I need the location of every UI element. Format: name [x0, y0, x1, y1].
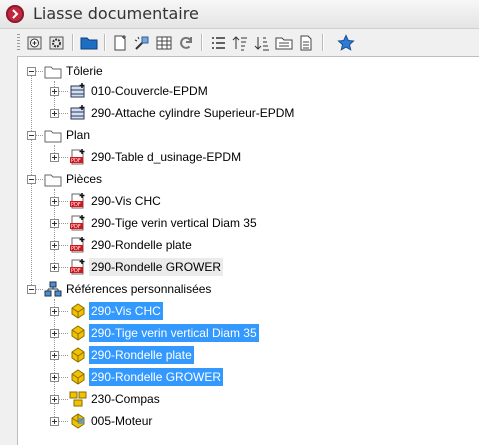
settings-document-button[interactable]	[47, 33, 67, 53]
expand-toggle[interactable]	[50, 351, 59, 360]
part-icon	[69, 324, 87, 342]
table-icon	[156, 36, 172, 50]
magic-tool-button[interactable]	[132, 33, 152, 53]
sheet-metal-icon	[69, 82, 87, 100]
collapse-toggle[interactable]	[27, 131, 36, 140]
expand-toggle[interactable]	[50, 87, 59, 96]
collapse-toggle[interactable]	[27, 67, 36, 76]
part-icon	[69, 302, 87, 320]
sort-asc-button[interactable]	[230, 33, 250, 53]
new-file-icon	[114, 35, 126, 51]
folder-button[interactable]	[79, 33, 99, 53]
collapse-toggle[interactable]	[27, 175, 36, 184]
document-button[interactable]	[296, 33, 316, 53]
tree-group-label[interactable]: Références personnalisées	[64, 280, 213, 298]
collapse-toggle[interactable]	[27, 285, 36, 294]
pdf-icon: PDF	[69, 258, 87, 276]
expand-toggle[interactable]	[50, 417, 59, 426]
tree-item-label[interactable]: 290-Vis CHC	[89, 192, 163, 210]
svg-text:PDF: PDF	[71, 268, 81, 274]
star-icon	[337, 34, 355, 51]
new-file-button[interactable]	[110, 33, 130, 53]
toolbar-grip[interactable]	[17, 34, 20, 51]
folder-icon	[44, 126, 62, 144]
cube-part-icon	[69, 412, 87, 430]
svg-text:PDF: PDF	[71, 224, 81, 230]
add-document-icon	[27, 36, 42, 50]
part-icon	[69, 346, 87, 364]
list-button[interactable]	[208, 33, 228, 53]
title-bar: Liasse documentaire	[0, 0, 479, 29]
expand-toggle[interactable]	[50, 153, 59, 162]
app-logo-icon[interactable]	[6, 5, 24, 23]
tree-item-label[interactable]: 010-Couvercle-EPDM	[89, 82, 210, 100]
assembly-icon	[69, 390, 87, 408]
tree-item-label[interactable]: 290-Vis CHC	[89, 302, 163, 320]
tree-group-label[interactable]: Plan	[64, 126, 92, 144]
pdf-icon: PDF	[69, 214, 87, 232]
tree-item-label[interactable]: 290-Rondelle GROWER	[89, 368, 224, 386]
sort-asc-icon	[232, 36, 247, 51]
tree-item-label[interactable]: 290-Rondelle GROWER	[89, 258, 224, 276]
tree-item-label[interactable]: 290-Rondelle plate	[89, 236, 194, 254]
expand-toggle[interactable]	[50, 307, 59, 316]
svg-text:PDF: PDF	[71, 158, 81, 164]
tree-item-label[interactable]: 290-Tige verin vertical Diam 35	[89, 324, 259, 342]
document-tree[interactable]: Tôlerie 010-Couvercle-EPDM 290-Attache c…	[17, 56, 479, 445]
part-icon	[69, 368, 87, 386]
tree-group-label[interactable]: Tôlerie	[64, 62, 105, 80]
toolbar-separator	[72, 34, 74, 51]
sheet-metal-icon	[69, 104, 87, 122]
gear-document-icon	[49, 36, 64, 50]
toolbar-separator	[201, 34, 203, 51]
expand-toggle[interactable]	[50, 241, 59, 250]
folder-icon	[44, 170, 62, 188]
document-icon	[300, 35, 312, 51]
folder-document-button[interactable]	[274, 33, 294, 53]
sort-desc-button[interactable]	[252, 33, 272, 53]
tree-item-label[interactable]: 290-Tige verin vertical Diam 35	[89, 214, 259, 232]
wand-icon	[134, 36, 149, 50]
svg-text:PDF: PDF	[71, 246, 81, 252]
refresh-icon	[180, 36, 192, 49]
sort-desc-icon	[254, 37, 269, 51]
tree-group-label[interactable]: Pièces	[64, 170, 104, 188]
pdf-icon: PDF	[69, 192, 87, 210]
tree-item-label[interactable]: 230-Compas	[89, 390, 162, 408]
refresh-button[interactable]	[176, 33, 196, 53]
blue-folder-icon	[80, 37, 98, 50]
expand-toggle[interactable]	[50, 329, 59, 338]
hierarchy-icon	[44, 280, 62, 298]
tree-item-label[interactable]: 290-Table d_usinage-EPDM	[89, 148, 243, 166]
numbered-list-icon	[212, 37, 225, 49]
expand-toggle[interactable]	[50, 395, 59, 404]
favorite-button[interactable]	[336, 33, 356, 53]
tree-item-label[interactable]: 290-Rondelle plate	[89, 346, 194, 364]
folder-icon	[44, 62, 62, 80]
expand-toggle[interactable]	[50, 219, 59, 228]
expand-toggle[interactable]	[50, 109, 59, 118]
tree-item-label[interactable]: 005-Moteur	[89, 412, 154, 430]
expand-toggle[interactable]	[50, 197, 59, 206]
window-title: Liasse documentaire	[33, 4, 199, 23]
svg-text:PDF: PDF	[71, 202, 81, 208]
pdf-icon: PDF	[69, 236, 87, 254]
pdf-icon: PDF	[69, 148, 87, 166]
folder-document-icon	[275, 37, 293, 50]
tree-item-label[interactable]: 290-Attache cylindre Superieur-EPDM	[89, 104, 296, 122]
expand-toggle[interactable]	[50, 263, 59, 272]
table-button[interactable]	[154, 33, 174, 53]
expand-toggle[interactable]	[50, 373, 59, 382]
toolbar-separator	[322, 34, 324, 51]
toolbar-separator	[104, 34, 106, 51]
add-document-button[interactable]	[25, 33, 45, 53]
toolbar	[0, 29, 479, 56]
